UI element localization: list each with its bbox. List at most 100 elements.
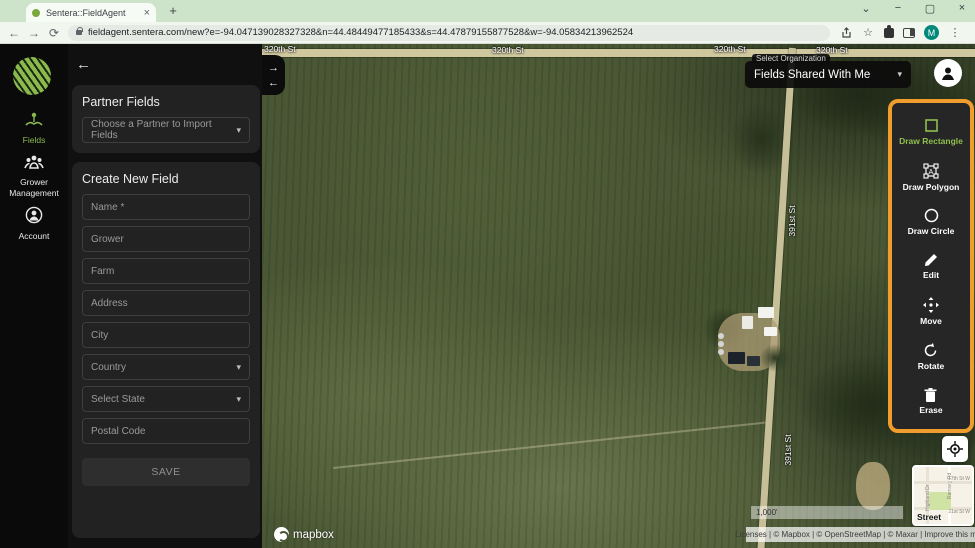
browser-profile-avatar[interactable]: M xyxy=(924,25,939,40)
tab-close-icon[interactable]: × xyxy=(144,7,150,19)
person-icon xyxy=(938,63,958,83)
sidebar-item-label: Account xyxy=(0,231,68,242)
window-minimize-button[interactable]: − xyxy=(891,2,905,15)
partner-dropdown[interactable]: Choose a Partner to Import Fields ▾ xyxy=(82,117,250,143)
forward-button[interactable]: → xyxy=(24,26,44,40)
extensions-icon[interactable] xyxy=(884,28,894,38)
arrow-left-icon[interactable]: ← xyxy=(268,77,279,89)
account-icon xyxy=(25,206,43,224)
chevron-down-icon: ▾ xyxy=(236,362,241,373)
geolocate-button[interactable] xyxy=(942,436,968,462)
trash-icon xyxy=(923,387,938,403)
farm-building xyxy=(742,316,753,329)
tool-rotate[interactable]: Rotate xyxy=(918,342,944,371)
reload-button[interactable]: ⟳ xyxy=(44,26,64,40)
road-label: 320th St xyxy=(264,44,296,54)
nav-rail: Fields Grower Management Account xyxy=(0,44,68,548)
menu-dots-icon[interactable]: ⋮ xyxy=(948,26,962,39)
address-field[interactable] xyxy=(83,291,249,315)
arrow-right-icon[interactable]: → xyxy=(268,62,279,74)
save-button[interactable]: SAVE xyxy=(82,458,250,486)
create-field-title: Create New Field xyxy=(72,162,260,194)
fields-icon xyxy=(24,112,44,128)
browser-toolbar: ← → ⟳ fieldagent.sentera.com/new?e=-94.0… xyxy=(0,22,975,44)
map-style-toggle[interactable]: 17th St W 21st St W Highland Dr Ramsey R… xyxy=(912,465,974,526)
tab-title: Sentera::FieldAgent xyxy=(46,8,140,18)
map-canvas[interactable]: 320th St 320th St 320th St 320th St 391s… xyxy=(262,44,975,548)
move-icon xyxy=(922,296,940,314)
browser-tab[interactable]: Sentera::FieldAgent × xyxy=(26,3,156,22)
chevron-down-icon: ▾ xyxy=(236,394,241,405)
state-select[interactable]: Select State ▾ xyxy=(82,386,250,412)
farm-building xyxy=(764,327,777,336)
organization-dropdown[interactable]: Fields Shared With Me ▾ xyxy=(745,61,911,88)
postal-code-field[interactable] xyxy=(83,419,249,443)
window-chevron-icon[interactable]: ⌄ xyxy=(859,2,873,15)
sidebar-item-grower-management[interactable]: Grower Management xyxy=(0,154,68,198)
road-label: 391st St xyxy=(787,199,797,243)
url-text: fieldagent.sentera.com/new?e=-94.0471390… xyxy=(88,27,633,38)
panel-back-arrow[interactable]: ← xyxy=(76,56,91,73)
country-select-label: Country xyxy=(91,362,126,373)
window-close-button[interactable]: × xyxy=(955,2,969,15)
lock-icon xyxy=(76,30,82,35)
bookmark-star-icon[interactable]: ☆ xyxy=(861,26,875,39)
road-label: 320th St xyxy=(714,44,746,54)
sentera-logo[interactable] xyxy=(13,57,51,95)
pencil-icon xyxy=(923,252,939,268)
tool-draw-circle[interactable]: Draw Circle xyxy=(908,207,955,236)
tool-erase[interactable]: Erase xyxy=(919,387,942,415)
draw-circle-icon xyxy=(923,207,940,224)
sidebar-item-account[interactable]: Account xyxy=(0,206,68,242)
grower-field[interactable] xyxy=(83,227,249,251)
mapbox-icon xyxy=(274,527,289,542)
chevron-down-icon: ▾ xyxy=(236,125,241,136)
create-field-card: Create New Field Country ▾ Select State … xyxy=(72,162,260,538)
road-label: 391st St xyxy=(783,428,793,472)
tool-draw-rectangle[interactable]: Draw Rectangle xyxy=(899,117,963,146)
minimap-street-label: Ramsey Rd xyxy=(947,473,953,499)
attribution-text[interactable]: Licenses | © Mapbox | © OpenStreetMap | … xyxy=(735,530,975,539)
dirt-patch xyxy=(856,462,890,510)
state-select-label: Select State xyxy=(91,394,145,405)
farmstead xyxy=(700,295,796,391)
farm-field[interactable] xyxy=(83,259,249,283)
farm-building xyxy=(728,352,745,364)
tool-move[interactable]: Move xyxy=(920,296,942,326)
minimap-street-label: Highland Dr xyxy=(925,485,931,511)
url-bar[interactable]: fieldagent.sentera.com/new?e=-94.0471390… xyxy=(68,25,830,41)
back-button[interactable]: ← xyxy=(4,26,24,40)
sidebar-item-label: Grower Management xyxy=(0,177,68,198)
farm-building xyxy=(758,307,774,318)
mapbox-logo[interactable]: mapbox xyxy=(274,527,334,542)
sidebar-toggle[interactable]: → ← xyxy=(262,55,285,95)
sidebar-item-label: Fields xyxy=(0,135,68,146)
sidebar-item-fields[interactable]: Fields xyxy=(0,112,68,146)
partner-dropdown-value: Choose a Partner to Import Fields xyxy=(91,119,236,141)
tool-edit[interactable]: Edit xyxy=(923,252,939,280)
draw-rectangle-icon xyxy=(923,117,940,134)
rotate-icon xyxy=(922,342,939,359)
name-field[interactable] xyxy=(83,195,249,219)
share-icon[interactable] xyxy=(840,27,852,39)
tool-draw-polygon[interactable]: A Draw Polygon xyxy=(903,162,960,192)
organization-dropdown-value: Fields Shared With Me xyxy=(754,69,870,81)
svg-text:A: A xyxy=(929,169,934,176)
scale-text: 1,000' xyxy=(756,508,778,517)
grower-management-icon xyxy=(23,154,45,170)
city-field[interactable] xyxy=(83,323,249,347)
country-select[interactable]: Country ▾ xyxy=(82,354,250,380)
window-maximize-button[interactable]: ▢ xyxy=(923,2,937,15)
draw-toolbar: Draw Rectangle A Draw Polygon Draw Circl… xyxy=(888,99,974,433)
browser-tabstrip: Sentera::FieldAgent × + ⌄ − ▢ × xyxy=(0,0,975,22)
new-tab-button[interactable]: + xyxy=(165,3,181,18)
partner-fields-card: Partner Fields Choose a Partner to Impor… xyxy=(72,85,260,153)
side-panel-icon[interactable] xyxy=(903,28,915,38)
user-avatar-button[interactable] xyxy=(934,59,962,87)
map-scale-bar: 1,000' xyxy=(751,506,903,519)
app-window: Sentera::FieldAgent × + ⌄ − ▢ × ← → ⟳ fi… xyxy=(0,0,975,548)
style-toggle-label: Street xyxy=(917,512,941,522)
road-label: 320th St xyxy=(492,45,524,55)
geolocate-icon xyxy=(947,441,963,457)
partner-fields-title: Partner Fields xyxy=(72,85,260,117)
